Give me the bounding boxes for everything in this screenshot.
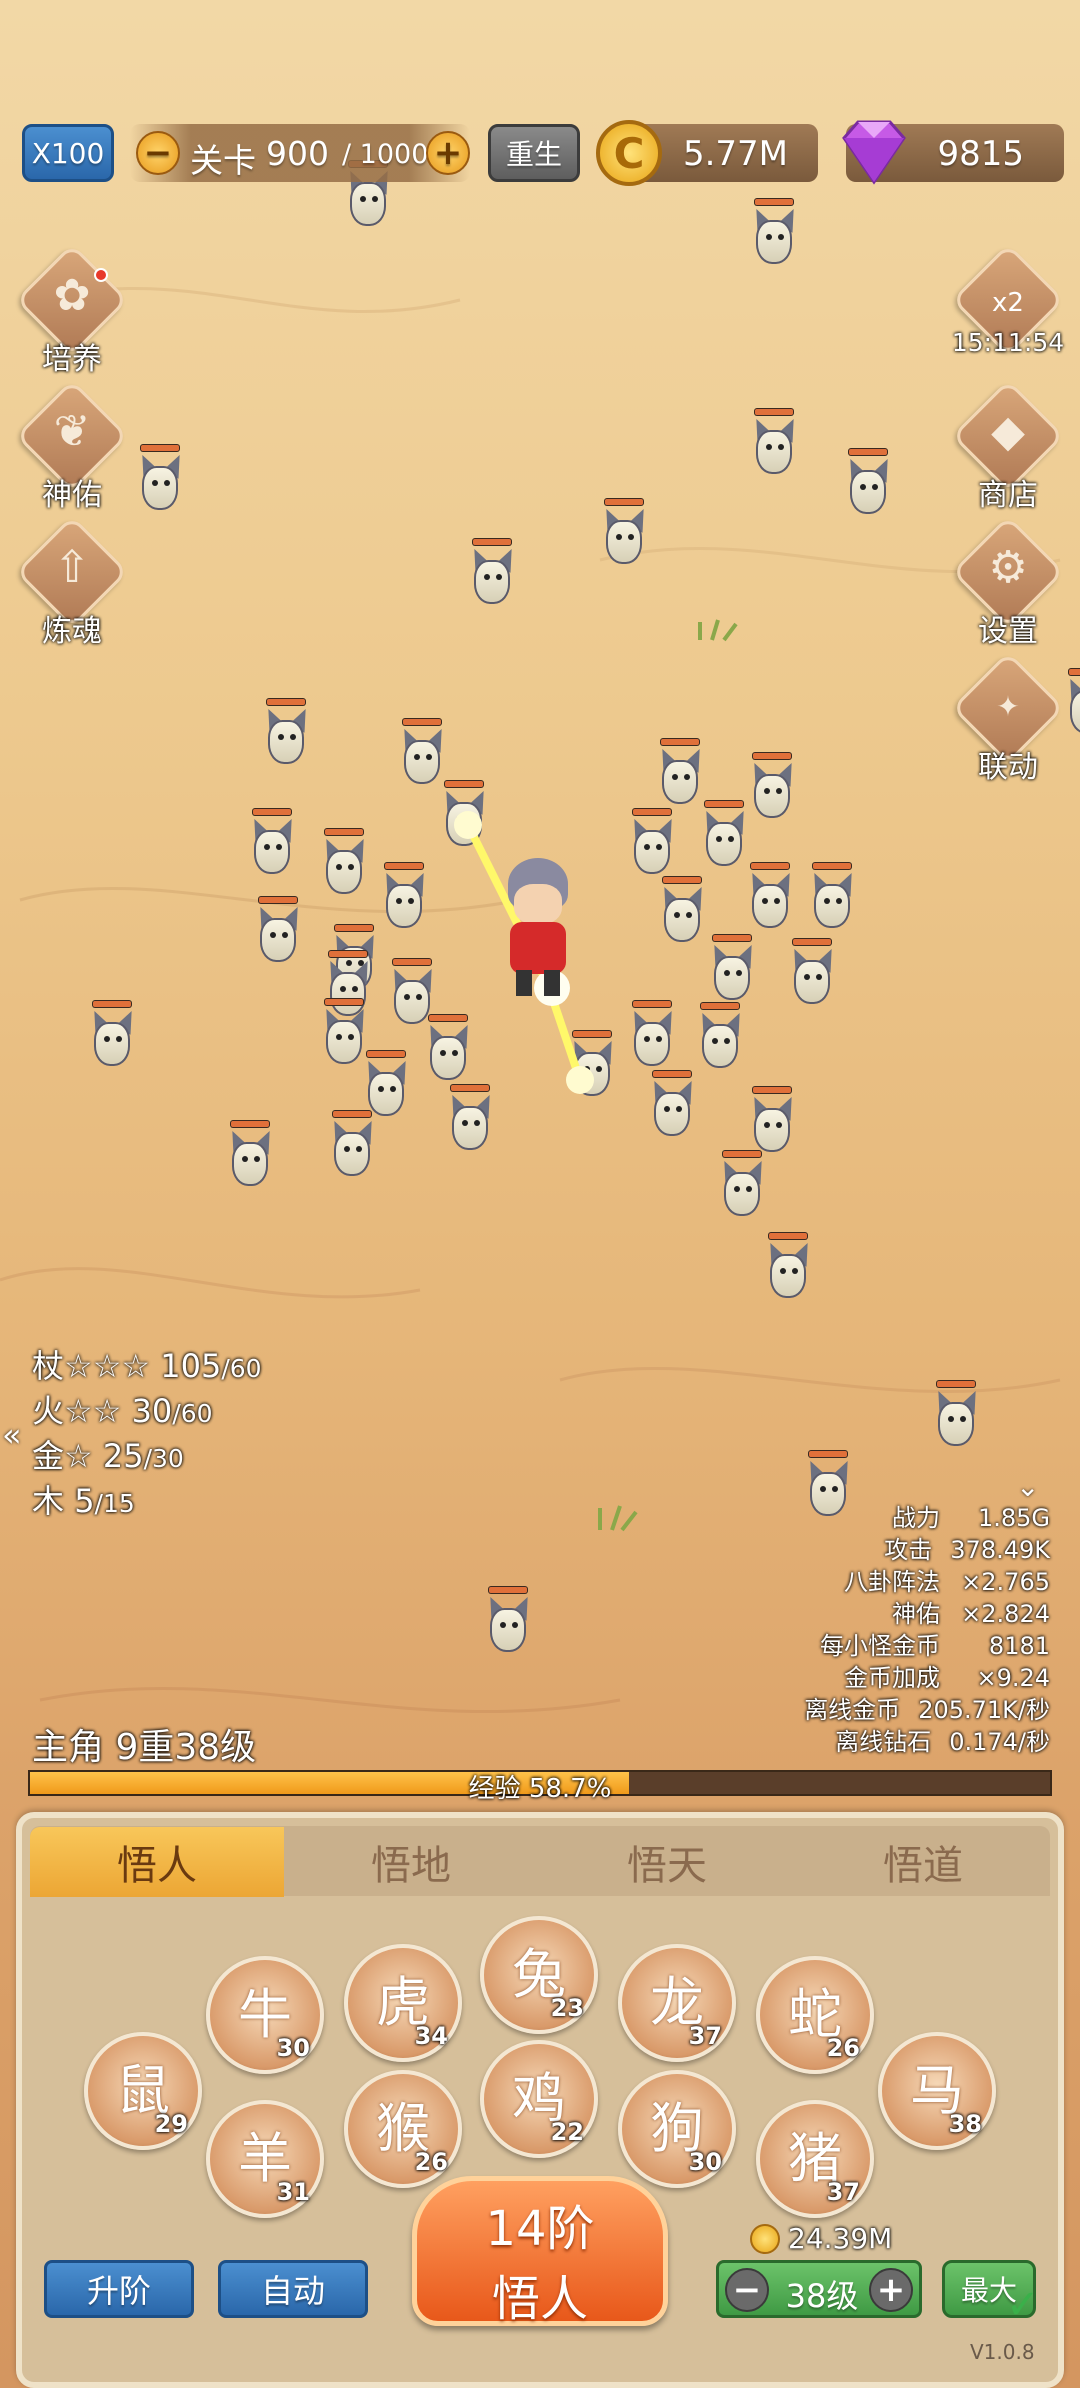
- money-bag-icon: x2: [992, 288, 1024, 318]
- zodiac-rabbit-button[interactable]: 兔 23: [480, 1916, 598, 2034]
- zodiac-level: 34: [414, 2022, 448, 2050]
- gem-value: 9815: [937, 134, 1024, 174]
- cultivate-icon: ✿: [53, 270, 91, 321]
- check-icon: ✓: [1006, 2282, 1040, 2328]
- coin-icon: C: [596, 120, 662, 186]
- zodiac-level: 31: [276, 2178, 310, 2206]
- double-bonus-button[interactable]: x2 15:11:54: [951, 243, 1065, 378]
- zodiac-level: 30: [688, 2148, 722, 2176]
- stage-total: / 1000: [342, 139, 429, 170]
- rank-up-button[interactable]: 14阶 悟人: [412, 2176, 668, 2327]
- level-decrease-button[interactable]: −: [725, 2268, 769, 2312]
- stat-row: 战力 1.85G: [892, 1504, 1050, 1532]
- stage-prev-button[interactable]: −: [136, 131, 180, 175]
- game-screen[interactable]: X100 − 关卡 900 / 1000 + 重生 5.77M C 9815 ✿…: [0, 0, 1080, 2388]
- level-cost: 24.39M: [750, 2222, 892, 2255]
- tab-wu-di[interactable]: 悟地: [284, 1827, 538, 1897]
- blessing-button[interactable]: ❦ 神佑: [15, 379, 129, 514]
- coin-icon: [750, 2223, 780, 2254]
- gear-icon: ⚙: [988, 542, 1028, 593]
- zodiac-level: 29: [154, 2110, 188, 2138]
- collab-button[interactable]: ✦ 联动: [951, 651, 1065, 786]
- stage-current: 900: [266, 134, 329, 173]
- zodiac-ox-button[interactable]: 牛 30: [206, 1956, 324, 2074]
- stat-row: 金币加成 ×9.24: [844, 1664, 1050, 1692]
- zodiac-horse-button[interactable]: 马 38: [878, 2032, 996, 2150]
- exp-bar: 经验 58.7%: [28, 1770, 1052, 1804]
- tab-wu-ren[interactable]: 悟人: [30, 1827, 284, 1897]
- shop-button[interactable]: ◆ 商店: [951, 379, 1065, 514]
- exp-label: 经验 58.7%: [468, 1774, 612, 1804]
- rank-name: 悟人: [491, 2271, 588, 2327]
- stage-selector: − 关卡 900 / 1000 +: [130, 124, 470, 182]
- zodiac-monkey-button[interactable]: 猴 26: [344, 2070, 462, 2188]
- player-stats: 战力 1.85G 攻击 378.49K 八卦阵法 ×2.765 神佑 ×2.824 每小…: [650, 1502, 1050, 1758]
- zodiac-tiger-button[interactable]: 虎 34: [344, 1944, 462, 2062]
- zodiac-goat-button[interactable]: 羊 31: [206, 2100, 324, 2218]
- weapon-stat-row: 木 5/15: [32, 1482, 135, 1520]
- collab-icon: ✦: [996, 690, 1020, 723]
- upgrade-rank-button[interactable]: 升阶: [44, 2260, 194, 2318]
- collapse-stats-arrow[interactable]: «: [2, 1416, 22, 1454]
- blessing-icon: ❦: [53, 406, 91, 457]
- stage-next-button[interactable]: +: [426, 131, 470, 175]
- level-stepper: − 38级 +: [716, 2260, 922, 2318]
- settings-button[interactable]: ⚙ 设置: [951, 515, 1065, 650]
- hero-character: [496, 858, 580, 998]
- version-label: V1.0.8: [970, 2340, 1035, 2364]
- auto-button[interactable]: 自动: [218, 2260, 368, 2318]
- speed-button[interactable]: X100: [22, 124, 114, 182]
- stat-row: 离线钻石 0.174/秒: [835, 1728, 1050, 1756]
- rank-level: 14阶: [485, 2201, 595, 2257]
- tab-wu-dao[interactable]: 悟道: [796, 1827, 1050, 1897]
- level-increase-button[interactable]: +: [869, 2268, 913, 2312]
- zodiac-pig-button[interactable]: 猪 37: [756, 2100, 874, 2218]
- stat-row: 神佑 ×2.824: [892, 1600, 1050, 1628]
- weapon-stats: 杖☆☆☆ 105/60 火☆☆ 30/60 金☆ 25/30 木 5/15: [32, 1345, 262, 1525]
- rebirth-button[interactable]: 重生: [488, 124, 580, 182]
- zodiac-level: 38: [948, 2110, 982, 2138]
- stat-row: 攻击 378.49K: [884, 1536, 1050, 1564]
- stat-row: 八卦阵法 ×2.765: [844, 1568, 1050, 1596]
- stage-prefix: 关卡: [190, 141, 256, 180]
- weapon-stat-row: 杖☆☆☆ 105/60: [32, 1347, 262, 1385]
- shop-icon: ◆: [991, 406, 1025, 457]
- tab-wu-tian[interactable]: 悟天: [540, 1827, 794, 1897]
- weapon-stat-row: 金☆ 25/30: [32, 1437, 184, 1475]
- zodiac-level: 37: [688, 2022, 722, 2050]
- zodiac-level: 26: [414, 2148, 448, 2176]
- zodiac-level: 37: [826, 2178, 860, 2206]
- gem-icon: [842, 120, 906, 185]
- zodiac-level: 23: [550, 1994, 584, 2022]
- bonus-timer: 15:11:54: [951, 328, 1065, 357]
- stat-row: 离线金币 205.71K/秒: [804, 1696, 1050, 1724]
- coin-value: 5.77M: [682, 134, 788, 174]
- weapon-stat-row: 火☆☆ 30/60: [32, 1392, 213, 1430]
- zodiac-level: 26: [826, 2034, 860, 2062]
- zodiac-dog-button[interactable]: 狗 30: [618, 2070, 736, 2188]
- cultivate-red-dot: [94, 268, 108, 282]
- level-value: 38级: [785, 2277, 859, 2315]
- zodiac-rooster-button[interactable]: 鸡 22: [480, 2040, 598, 2158]
- zodiac-dragon-button[interactable]: 龙 37: [618, 1944, 736, 2062]
- zodiac-rat-button[interactable]: 鼠 29: [84, 2032, 202, 2150]
- soul-refine-button[interactable]: ⇧ 炼魂: [15, 515, 129, 650]
- soul-refine-icon: ⇧: [53, 542, 91, 593]
- hero-level-title: 主角 9重38级: [32, 1727, 257, 1768]
- zodiac-level: 30: [276, 2034, 310, 2062]
- zodiac-snake-button[interactable]: 蛇 26: [756, 1956, 874, 2074]
- cultivate-button[interactable]: ✿ 培养: [15, 243, 129, 378]
- stat-row: 每小怪金币 8181: [820, 1632, 1050, 1660]
- zodiac-level: 22: [550, 2118, 584, 2146]
- expand-stats-arrow[interactable]: ⌄: [1016, 1470, 1039, 1503]
